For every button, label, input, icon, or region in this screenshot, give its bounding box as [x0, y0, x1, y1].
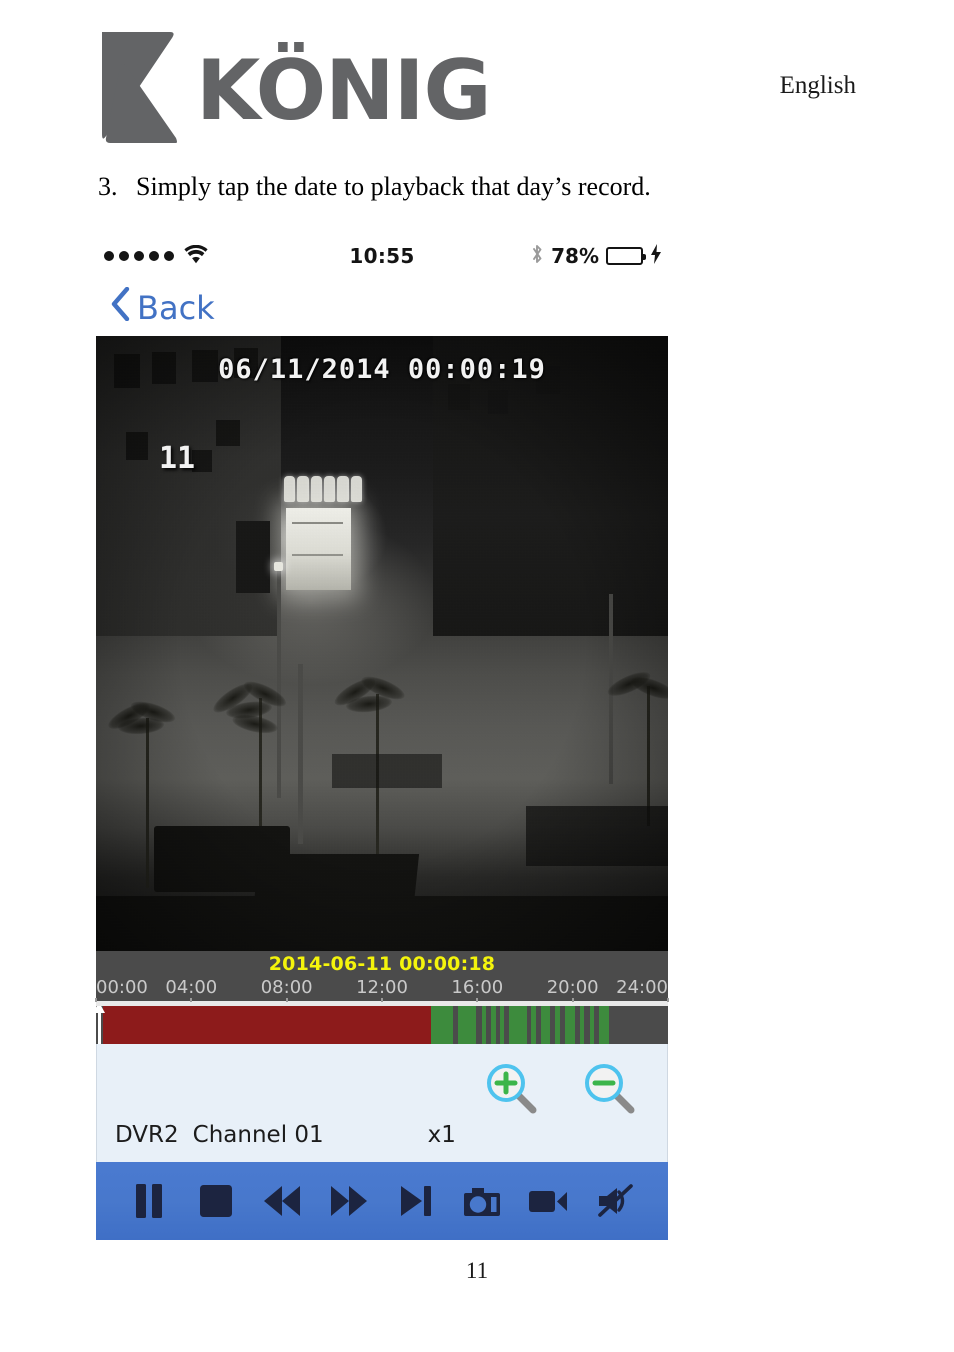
status-bar-right: 78%: [530, 243, 662, 269]
pause-button[interactable]: [126, 1178, 172, 1224]
timeline-tick-label: 04:00: [165, 976, 218, 998]
navigation-bar: Back: [96, 280, 668, 336]
timeline-segment-continuous[interactable]: [102, 1005, 431, 1044]
chevron-left-icon: [110, 286, 130, 329]
instruction-item: 3. Simply tap the date to playback that …: [98, 172, 858, 202]
brand-logo: KÖNIG: [100, 30, 492, 145]
shop-door: [236, 521, 270, 593]
timeline-tick-label: 16:00: [451, 976, 504, 998]
foreground-shadow: [96, 896, 668, 951]
channel-label: Channel 01: [192, 1121, 324, 1148]
next-frame-button[interactable]: [392, 1178, 438, 1224]
record-button[interactable]: [525, 1178, 571, 1224]
timeline-tick-label: 12:00: [356, 976, 408, 998]
timeline-playhead[interactable]: [96, 1005, 105, 1044]
fast-forward-button[interactable]: [326, 1178, 372, 1224]
foreground-object: [526, 806, 668, 866]
video-player[interactable]: 06/11/2014 00:00:19 11: [96, 336, 668, 951]
dvr-name-label: DVR2: [115, 1121, 179, 1148]
timeline-tick-label: 08:00: [260, 976, 313, 998]
timeline-segment-motion[interactable]: [599, 1005, 609, 1044]
timeline-segment-motion[interactable]: [500, 1005, 505, 1044]
playback-control-bar: [96, 1161, 668, 1240]
timeline-segment-motion[interactable]: [531, 1005, 537, 1044]
magnifier-minus-icon[interactable]: [581, 1060, 637, 1116]
language-label: English: [779, 72, 856, 99]
stop-button[interactable]: [193, 1178, 239, 1224]
palm-tree: [604, 667, 668, 826]
magnifier-plus-icon[interactable]: [483, 1060, 539, 1116]
mute-button[interactable]: [592, 1178, 638, 1224]
playback-info-row: DVR2 Channel 01 x1: [115, 1122, 456, 1148]
timeline-segment-motion[interactable]: [430, 1005, 454, 1044]
timeline[interactable]: 2014-06-11 00:00:18 00:00 04:00 08:00 12:00…: [95, 951, 669, 1044]
lit-storefront: [286, 508, 351, 590]
timeline-tick-label: 24:00: [616, 976, 668, 998]
timeline-segment-motion[interactable]: [508, 1005, 527, 1044]
timeline-segment-motion[interactable]: [589, 1005, 595, 1044]
playback-info-panel: DVR2 Channel 01 x1: [96, 1043, 668, 1162]
timeline-track[interactable]: [96, 1005, 668, 1044]
playback-speed-label: x1: [427, 1121, 456, 1148]
timeline-current-timestamp: 2014-06-11 00:00:18: [268, 953, 496, 975]
bluetooth-icon: [530, 243, 544, 269]
konig-k-logo-icon: [100, 30, 178, 145]
brand-wordmark: KÖNIG: [196, 42, 492, 139]
phone-screenshot: 10:55 78% Back 06/11/2014 00:00:19 11 20…: [95, 232, 669, 1240]
battery-percent-label: 78%: [551, 244, 599, 268]
timeline-segment-motion[interactable]: [541, 1005, 551, 1044]
shop-awning: [284, 476, 362, 502]
snapshot-button[interactable]: [459, 1178, 505, 1224]
lamp-head: [274, 562, 283, 571]
back-button[interactable]: Back: [110, 286, 215, 329]
timeline-segment-motion[interactable]: [555, 1005, 560, 1044]
status-bar: 10:55 78%: [96, 232, 668, 280]
zoom-controls: [483, 1060, 637, 1116]
instruction-text: Simply tap the date to playback that day…: [136, 172, 651, 201]
page-number: 11: [465, 1258, 489, 1283]
timeline-segment-motion[interactable]: [580, 1005, 585, 1044]
timeline-segment-motion[interactable]: [458, 1005, 476, 1044]
video-scene: [96, 336, 668, 951]
battery-icon: [606, 247, 646, 265]
timeline-segment-motion[interactable]: [490, 1005, 496, 1044]
video-channel-overlay: 11: [159, 441, 196, 476]
lightning-bolt-icon: [650, 244, 662, 268]
timeline-segment-motion[interactable]: [481, 1005, 486, 1044]
video-timestamp-overlay: 06/11/2014 00:00:19: [218, 354, 546, 385]
timeline-tick-label: 20:00: [546, 976, 599, 998]
lamp-post: [298, 664, 303, 844]
timeline-segment-motion[interactable]: [565, 1005, 576, 1044]
foreground-object: [332, 754, 442, 788]
page-header: KÖNIG English: [0, 0, 954, 160]
back-button-label: Back: [137, 289, 215, 327]
rewind-button[interactable]: [259, 1178, 305, 1224]
timeline-tick-label: 00:00: [96, 976, 148, 998]
instruction-number: 3.: [98, 172, 118, 201]
